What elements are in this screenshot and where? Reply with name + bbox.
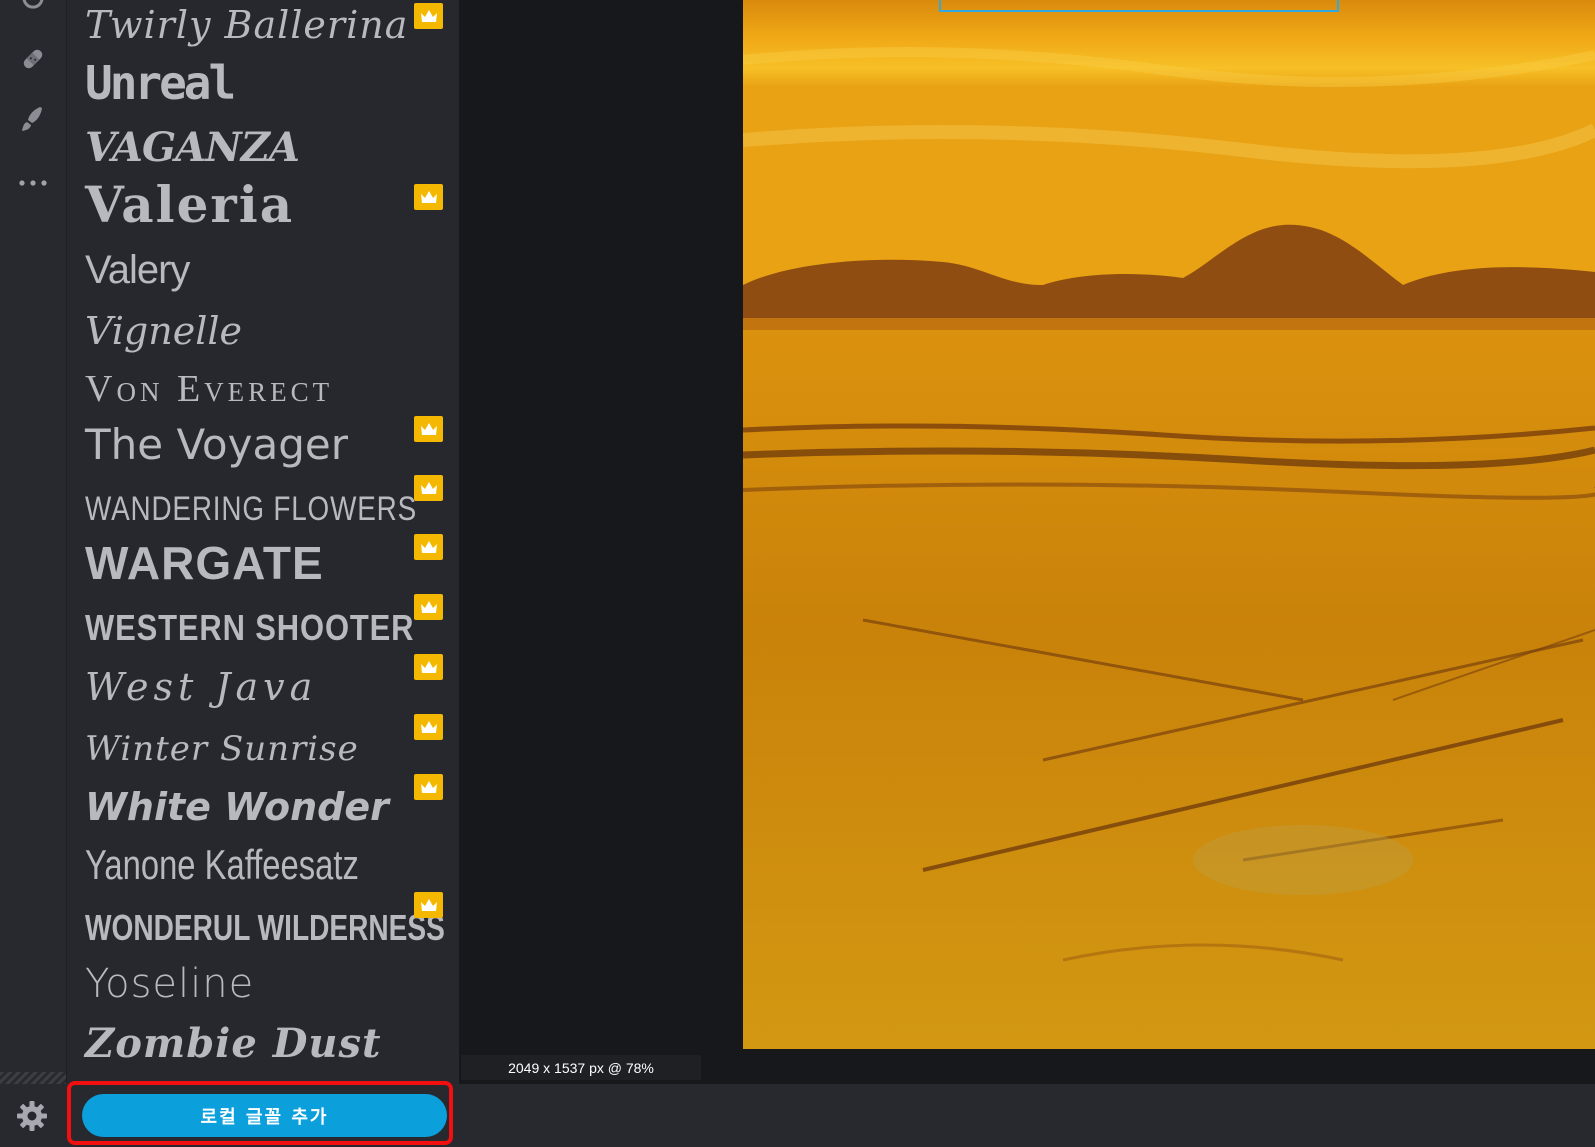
font-item-von-everect[interactable]: Von Everect bbox=[67, 354, 459, 414]
canvas-photo[interactable] bbox=[743, 0, 1595, 1049]
font-name: Winter Sunrise bbox=[85, 729, 359, 769]
brush-icon[interactable] bbox=[11, 97, 55, 141]
text-selection-box[interactable] bbox=[939, 0, 1339, 12]
font-item-yoseline[interactable]: Yoseline bbox=[67, 950, 459, 1010]
font-item-zombie-dust[interactable]: Zombie Dust bbox=[67, 1010, 459, 1070]
canvas-size-status: 2049 x 1537 px @ 78% bbox=[461, 1055, 701, 1080]
canvas-area: 2049 x 1537 px @ 78% bbox=[461, 0, 1595, 1084]
font-name: Yoseline bbox=[85, 961, 255, 1007]
redo-icon[interactable] bbox=[11, 0, 55, 22]
premium-crown-icon bbox=[414, 594, 443, 620]
premium-crown-icon bbox=[414, 184, 443, 210]
font-item-vignelle[interactable]: Vignelle bbox=[67, 296, 459, 356]
font-name: Vignelle bbox=[85, 309, 243, 353]
premium-crown-icon bbox=[414, 892, 443, 918]
font-item-the-voyager[interactable]: The Voyager bbox=[67, 412, 459, 472]
font-item-wargate[interactable]: WARGATE bbox=[67, 532, 459, 592]
font-name: Valery bbox=[85, 248, 190, 292]
font-name: Valeria bbox=[85, 175, 295, 234]
font-name: Unreal bbox=[85, 56, 236, 110]
premium-crown-icon bbox=[414, 3, 443, 29]
font-item-white-wonder[interactable]: White Wonder bbox=[67, 772, 459, 832]
font-name: The Voyager bbox=[85, 420, 348, 469]
more-icon[interactable] bbox=[11, 161, 55, 205]
add-local-font-highlight: 로컬 글꼴 추가 bbox=[67, 1081, 453, 1145]
font-name: Zombie Dust bbox=[85, 1020, 382, 1067]
premium-crown-icon bbox=[414, 534, 443, 560]
font-name: Twirly Ballerina bbox=[85, 3, 409, 47]
panel-resize-handle[interactable] bbox=[0, 1072, 66, 1084]
font-item-twirly-ballerina[interactable]: Twirly Ballerina bbox=[67, 0, 459, 50]
font-name: VAGANZA bbox=[85, 124, 300, 171]
font-name: White Wonder bbox=[85, 785, 389, 829]
font-item-wonderul-wilderness[interactable]: WONDERUL WILDERNESS bbox=[67, 892, 459, 952]
font-item-vaganza[interactable]: VAGANZA bbox=[67, 114, 459, 174]
font-item-valeria[interactable]: Valeria bbox=[67, 176, 459, 236]
add-local-font-button[interactable]: 로컬 글꼴 추가 bbox=[82, 1094, 447, 1137]
premium-crown-icon bbox=[414, 475, 443, 501]
font-item-western-shooter[interactable]: WESTERN SHOOTER bbox=[67, 592, 459, 652]
font-name: WONDERUL WILDERNESS bbox=[85, 907, 445, 948]
premium-crown-icon bbox=[414, 654, 443, 680]
premium-crown-icon bbox=[414, 774, 443, 800]
tool-rail bbox=[0, 0, 67, 1147]
font-item-wandering-flowers[interactable]: WANDERING FLOWERS bbox=[67, 472, 459, 532]
font-name: Yanone Kaffeesatz bbox=[85, 841, 359, 888]
font-item-unreal[interactable]: Unreal bbox=[67, 52, 459, 112]
font-item-winter-sunrise[interactable]: Winter Sunrise bbox=[67, 712, 459, 772]
font-item-yanone-kaffeesatz[interactable]: Yanone Kaffeesatz bbox=[67, 832, 459, 892]
font-name: West Java bbox=[85, 665, 318, 709]
font-list-panel: Twirly Ballerina Unreal VAGANZA Valeria … bbox=[67, 0, 459, 1084]
premium-crown-icon bbox=[414, 714, 443, 740]
font-name: WESTERN SHOOTER bbox=[85, 607, 415, 648]
font-name: Von Everect bbox=[85, 368, 334, 410]
font-name: WANDERING FLOWERS bbox=[85, 490, 417, 528]
font-name: WARGATE bbox=[85, 537, 324, 589]
gear-icon[interactable] bbox=[12, 1096, 52, 1136]
heal-bandage-icon[interactable] bbox=[11, 37, 55, 81]
bottom-bar: 로컬 글꼴 추가 bbox=[0, 1081, 1595, 1147]
font-item-valery[interactable]: Valery bbox=[67, 236, 459, 296]
font-item-west-java[interactable]: West Java bbox=[67, 652, 459, 712]
premium-crown-icon bbox=[414, 416, 443, 442]
